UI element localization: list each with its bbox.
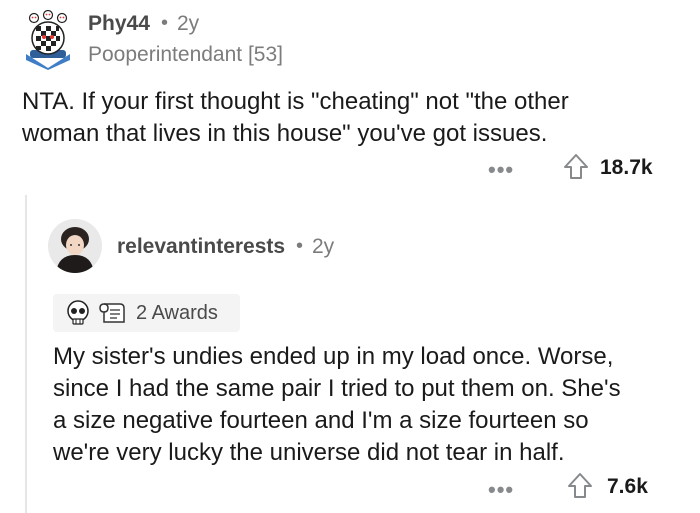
upvote-arrow-icon[interactable]	[567, 472, 593, 500]
comment-body: NTA. If your first thought is "cheating"…	[22, 88, 569, 147]
comment-age: 2y	[177, 12, 200, 35]
snoo-avatar-icon[interactable]	[22, 9, 74, 70]
username[interactable]: Phy44	[88, 12, 150, 36]
awards-count: 2 Awards	[136, 302, 218, 324]
scroll-award-icon	[98, 300, 128, 326]
thread-line	[25, 195, 27, 513]
more-options-button[interactable]: •••	[488, 157, 514, 183]
reply-age: 2y	[312, 235, 335, 258]
user-flair: Pooperintendant [53]	[88, 43, 283, 66]
upvote-score: 18.7k	[600, 156, 653, 179]
reply-username[interactable]: relevantinterests	[117, 235, 285, 259]
meta-separator: •	[161, 12, 169, 34]
skull-award-icon	[65, 300, 91, 326]
more-options-button[interactable]: •••	[488, 477, 514, 503]
meta-separator: •	[296, 235, 304, 257]
reply-body: My sister's undies ended up in my load o…	[53, 343, 621, 466]
upvote-score: 7.6k	[607, 475, 648, 498]
user-avatar-icon[interactable]	[48, 219, 102, 273]
upvote-arrow-icon[interactable]	[563, 153, 589, 181]
